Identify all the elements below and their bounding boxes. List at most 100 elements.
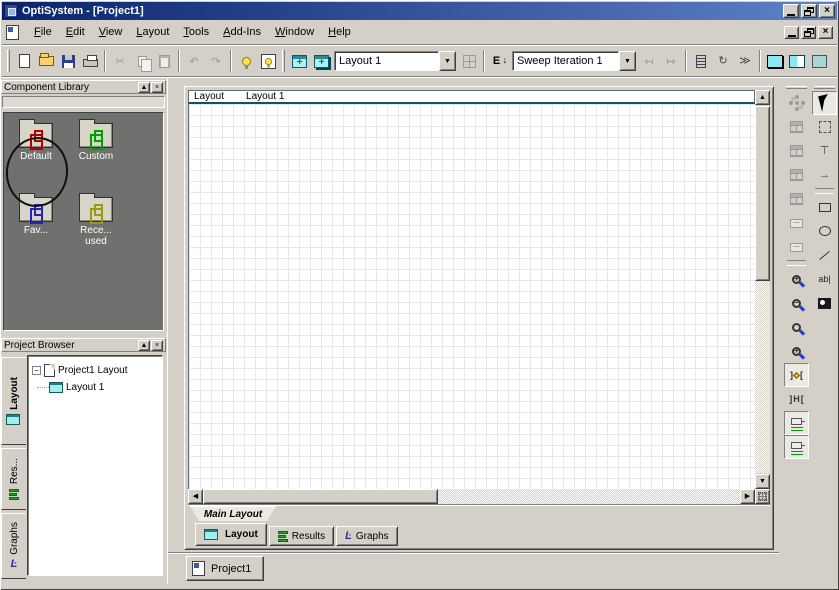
duplicate-layout-button[interactable]: [310, 50, 332, 72]
tile-window-button-4[interactable]: [784, 187, 809, 211]
side-tab-results[interactable]: Res...: [1, 448, 26, 510]
sweep-order-button[interactable]: E: [488, 50, 510, 72]
main-layout-sheet-tab[interactable]: Main Layout: [190, 506, 276, 521]
copy-button[interactable]: [131, 50, 153, 72]
vertical-scroll-track[interactable]: [755, 281, 770, 473]
project-browser-titlebar[interactable]: Project Browser ▲ ×: [1, 338, 166, 352]
child-close-button[interactable]: ×: [818, 26, 833, 39]
open-button[interactable]: [35, 50, 57, 72]
toolbar-grip[interactable]: [282, 50, 285, 72]
menu-help[interactable]: Help: [321, 23, 358, 41]
toolbar-grip[interactable]: [7, 50, 10, 72]
print-button[interactable]: [79, 50, 101, 72]
horizontal-scroll-thumb[interactable]: [203, 489, 438, 504]
scroll-up-button[interactable]: ▲: [755, 90, 770, 105]
manual-connect-button[interactable]: ]H[: [784, 387, 809, 411]
restore-button[interactable]: [801, 4, 817, 18]
close-button[interactable]: ×: [151, 340, 163, 351]
new-document-button[interactable]: [13, 50, 35, 72]
sweep-select[interactable]: Sweep Iteration 1 ▼: [512, 51, 636, 71]
view-tab-results[interactable]: Results: [269, 526, 334, 546]
script-view-button[interactable]: [808, 50, 830, 72]
connector-down-button[interactable]: ⊤: [812, 139, 837, 163]
menu-edit[interactable]: Edit: [59, 23, 92, 41]
previous-iteration-button[interactable]: ↤: [638, 50, 660, 72]
side-tab-graphs[interactable]: Graphs Ŀ: [1, 513, 26, 579]
view-tab-layout[interactable]: Layout: [195, 523, 267, 546]
auto-connect-button[interactable]: ][: [784, 363, 809, 387]
zoom-in-button[interactable]: +: [784, 267, 809, 291]
close-button[interactable]: ×: [151, 82, 163, 93]
chevron-down-icon[interactable]: ▼: [439, 51, 456, 71]
collapse-button[interactable]: ▲: [138, 340, 150, 351]
menu-layout[interactable]: Layout: [129, 23, 176, 41]
connector-right-button[interactable]: →: [812, 163, 837, 187]
library-folder-default[interactable]: Default: [8, 117, 64, 162]
undo-button[interactable]: ↶: [183, 50, 205, 72]
minimize-button[interactable]: [783, 4, 799, 18]
side-tab-layout[interactable]: Layout: [1, 357, 26, 445]
text-tool-button[interactable]: ab|: [812, 267, 837, 291]
line-tool-button[interactable]: [812, 243, 837, 267]
image-tool-button[interactable]: [812, 291, 837, 315]
save-button[interactable]: [57, 50, 79, 72]
show-label-button[interactable]: [784, 211, 809, 235]
scroll-down-button[interactable]: ▼: [755, 474, 770, 489]
child-restore-button[interactable]: [801, 26, 816, 39]
tree-item-project[interactable]: − Project1 Layout: [30, 362, 160, 379]
close-button[interactable]: ×: [819, 4, 835, 18]
component-ports-button[interactable]: [784, 411, 809, 435]
collapse-expander-icon[interactable]: −: [32, 366, 41, 375]
scroll-right-button[interactable]: ▶: [740, 489, 755, 504]
sweep-range-button[interactable]: ≫: [734, 50, 756, 72]
paste-button[interactable]: [153, 50, 175, 72]
arrange-button[interactable]: [784, 91, 809, 115]
new-layout-button[interactable]: [288, 50, 310, 72]
toolbar-grip[interactable]: [814, 86, 835, 89]
menu-window[interactable]: Window: [268, 23, 321, 41]
menu-addins[interactable]: Add-Ins: [216, 23, 268, 41]
grid-snap-corner-button[interactable]: [755, 489, 770, 504]
zoom-page-button[interactable]: [784, 315, 809, 339]
horizontal-scroll-track[interactable]: [438, 489, 740, 504]
toolbar-grip[interactable]: [786, 86, 807, 89]
collapse-button[interactable]: ▲: [138, 82, 150, 93]
chevron-down-icon[interactable]: ▼: [619, 51, 636, 71]
split-view-button[interactable]: [786, 50, 808, 72]
cut-button[interactable]: ✂: [109, 50, 131, 72]
menu-tools[interactable]: Tools: [176, 23, 216, 41]
vertical-scrollbar[interactable]: ▲ ▼: [755, 90, 770, 489]
horizontal-scrollbar[interactable]: ◀ ▶: [188, 489, 770, 504]
menu-view[interactable]: View: [92, 23, 130, 41]
tile-window-button-1[interactable]: [784, 115, 809, 139]
zoom-out-button[interactable]: −: [784, 291, 809, 315]
layout-select[interactable]: Layout 1 ▼: [334, 51, 456, 71]
component-signal-button[interactable]: [784, 435, 809, 459]
library-folder-recently-used[interactable]: Rece... used: [68, 191, 124, 247]
scroll-left-button[interactable]: ◀: [188, 489, 203, 504]
calculate-button[interactable]: [235, 50, 257, 72]
layout-view-button[interactable]: [764, 50, 786, 72]
rectangle-tool-button[interactable]: [812, 195, 837, 219]
library-folder-custom[interactable]: Custom: [68, 117, 124, 162]
menu-file[interactable]: File: [27, 23, 59, 41]
child-minimize-button[interactable]: [784, 26, 799, 39]
layout-table-button[interactable]: [458, 50, 480, 72]
library-folder-favorites[interactable]: Fav...: [8, 191, 64, 236]
select-tool-button[interactable]: [812, 91, 837, 115]
recalculate-button[interactable]: ↻: [712, 50, 734, 72]
redo-button[interactable]: ↷: [205, 50, 227, 72]
view-tab-graphs[interactable]: Ŀ Graphs: [336, 526, 398, 546]
tile-window-button-2[interactable]: [784, 139, 809, 163]
calculation-report-button[interactable]: [257, 50, 279, 72]
marquee-select-button[interactable]: [812, 115, 837, 139]
ellipse-tool-button[interactable]: [812, 219, 837, 243]
next-iteration-button[interactable]: ↦: [660, 50, 682, 72]
parameter-list-button[interactable]: [690, 50, 712, 72]
tile-window-button-3[interactable]: [784, 163, 809, 187]
zoom-selection-button[interactable]: +: [784, 339, 809, 363]
layout-canvas[interactable]: [188, 104, 755, 489]
document-tab-project1[interactable]: Project1: [186, 556, 264, 581]
tree-item-layout[interactable]: Layout 1: [30, 379, 160, 396]
hide-label-button[interactable]: [784, 235, 809, 259]
